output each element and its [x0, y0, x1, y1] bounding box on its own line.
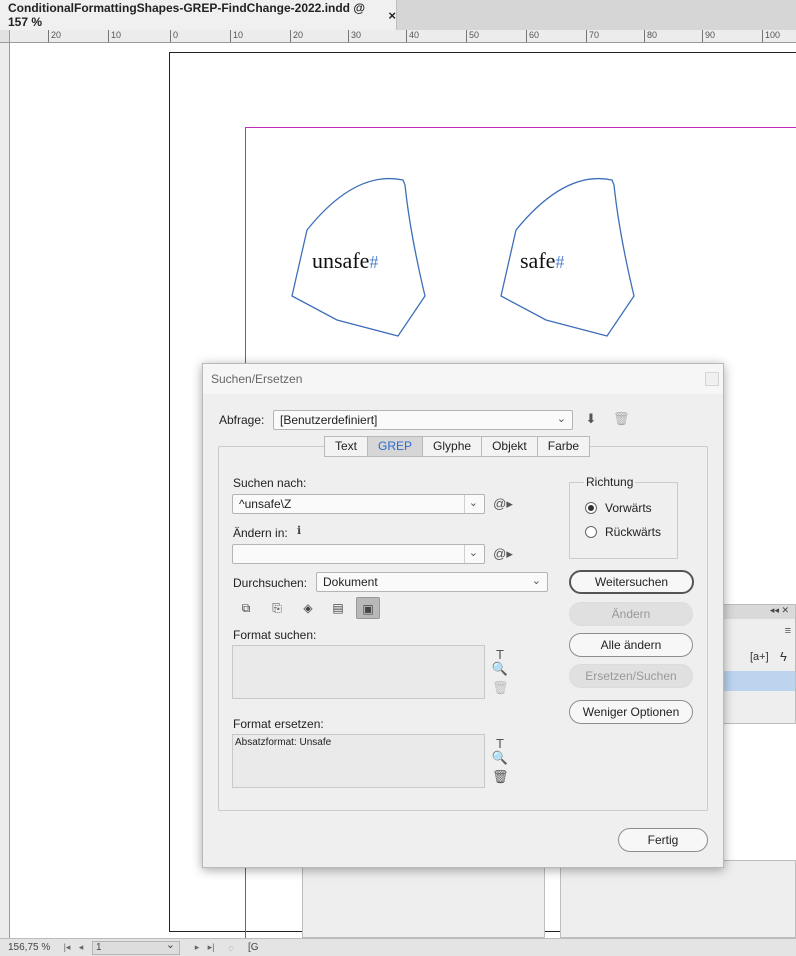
ruler-label: 60	[526, 30, 539, 42]
locked-layers-icon[interactable]: ⧉	[234, 597, 258, 619]
first-page-icon[interactable]: |◂	[60, 942, 74, 953]
save-query-icon[interactable]: ⬇	[583, 412, 599, 426]
shape-text: safe	[520, 248, 556, 273]
query-value: [Benutzerdefiniert]	[280, 413, 378, 427]
backward-radio[interactable]	[585, 526, 597, 538]
change-button[interactable]: Ändern	[569, 602, 693, 626]
vertical-ruler[interactable]	[0, 43, 10, 938]
special-characters-change-icon[interactable]: @▸	[493, 547, 513, 561]
query-label: Abfrage:	[219, 413, 265, 427]
search-type-tabs: Text GREP Glyphe Objekt Farbe	[324, 436, 591, 457]
dialog-titlebar[interactable]: Suchen/Ersetzen	[203, 364, 723, 394]
special-characters-search-icon[interactable]: @▸	[493, 497, 513, 511]
lightning-icon[interactable]: ϟ	[780, 649, 787, 664]
ruler-corner[interactable]	[0, 30, 10, 43]
last-page-icon[interactable]: ▸|	[204, 942, 218, 953]
horizontal-ruler[interactable]: 20 10 0 10 20 30 40 50 60 70 80 90 100	[10, 30, 796, 43]
chevron-down-icon: ⌄	[468, 547, 478, 559]
document-tab[interactable]: ConditionalFormattingShapes-GREP-FindCha…	[0, 0, 397, 30]
search-value: ^unsafe\Z	[239, 497, 292, 511]
search-label: Suchen nach:	[233, 476, 307, 490]
ruler-label: 30	[348, 30, 361, 42]
paragraph-mark: #	[555, 252, 565, 272]
locked-stories-icon[interactable]: ⎘	[265, 597, 289, 619]
next-page-icon[interactable]: ▸	[190, 942, 204, 953]
tab-grep[interactable]: GREP	[367, 436, 423, 457]
preflight-icon[interactable]: ◌	[224, 943, 238, 953]
status-text: [G	[248, 942, 259, 953]
dialog-title: Suchen/Ersetzen	[211, 372, 303, 386]
hidden-layers-icon[interactable]: ◈	[296, 597, 320, 619]
master-pages-icon[interactable]: ▤	[326, 597, 350, 619]
panel-collapse-icon[interactable]: ◂◂ ✕	[724, 605, 795, 619]
ruler-label: 100	[762, 30, 780, 42]
background-panel	[302, 860, 545, 938]
change-all-button[interactable]: Alle ändern	[569, 633, 693, 657]
specify-change-format-icon[interactable]: T🔍	[490, 737, 510, 765]
status-bar: 156,75 % |◂ ◂ 1 ▸ ▸| ◌ [G	[0, 938, 796, 956]
previous-page-icon[interactable]: ◂	[74, 942, 88, 953]
panel-selected-row[interactable]	[724, 671, 795, 691]
ruler-label: 20	[290, 30, 303, 42]
forward-label[interactable]: Vorwärts	[605, 501, 652, 515]
find-next-button[interactable]: Weitersuchen	[569, 570, 694, 594]
ruler-label: 10	[230, 30, 243, 42]
specify-find-format-icon[interactable]: T🔍	[490, 648, 510, 676]
change-input[interactable]: ⌄	[232, 544, 485, 564]
chevron-down-icon: ⌄	[556, 413, 566, 425]
delete-query-icon[interactable]: 🗑	[613, 412, 630, 426]
ruler-label: 20	[48, 30, 61, 42]
done-button[interactable]: Fertig	[618, 828, 708, 852]
find-format-field[interactable]	[232, 645, 485, 699]
fewer-options-button[interactable]: Weniger Optionen	[569, 700, 693, 724]
panel-label[interactable]: [a+]	[750, 651, 769, 663]
clear-change-format-icon[interactable]: 🗑	[492, 770, 509, 784]
chevron-down-icon: ⌄	[468, 497, 478, 509]
paragraph-mark: #	[369, 252, 379, 272]
ruler-label: 70	[586, 30, 599, 42]
panel-menu-icon[interactable]: ≡	[785, 625, 791, 637]
change-find-button[interactable]: Ersetzen/Suchen	[569, 664, 693, 688]
zoom-level[interactable]: 156,75 %	[0, 942, 60, 953]
shape-text: unsafe	[312, 248, 370, 273]
tab-strip	[397, 0, 796, 30]
tab-glyph[interactable]: Glyphe	[422, 436, 482, 457]
forward-radio[interactable]	[585, 502, 597, 514]
ruler-label: 40	[406, 30, 419, 42]
direction-label: Richtung	[584, 475, 636, 489]
search-input[interactable]: ^unsafe\Z ⌄	[232, 494, 485, 514]
shape-text-unsafe[interactable]: unsafe#	[312, 248, 378, 274]
side-panel[interactable]: ◂◂ ✕ ≡ [a+] ϟ	[723, 604, 796, 724]
background-panel	[560, 860, 796, 938]
ruler-label: 10	[108, 30, 121, 42]
ruler-label: 90	[702, 30, 715, 42]
change-format-field[interactable]: Absatzformat: Unsafe	[232, 734, 485, 788]
ruler-label: 0	[170, 30, 178, 42]
change-format-label: Format ersetzen:	[233, 717, 324, 731]
info-icon[interactable]: ℹ	[297, 524, 301, 537]
change-label: Ändern in:	[233, 526, 288, 540]
close-dialog-button[interactable]	[705, 372, 719, 386]
scope-label: Durchsuchen:	[233, 576, 308, 590]
footnotes-icon[interactable]: ▣	[356, 597, 380, 619]
backward-label[interactable]: Rückwärts	[605, 525, 661, 539]
clear-find-format-icon[interactable]: 🗑	[492, 681, 509, 695]
document-tab-title: ConditionalFormattingShapes-GREP-FindCha…	[8, 1, 366, 29]
scope-select[interactable]: Dokument ⌄	[316, 572, 548, 592]
ruler-label: 80	[644, 30, 657, 42]
ruler-label: 50	[466, 30, 479, 42]
tab-text[interactable]: Text	[324, 436, 368, 457]
tab-color[interactable]: Farbe	[536, 436, 591, 457]
chevron-down-icon: ⌄	[531, 575, 541, 587]
direction-group	[569, 482, 678, 559]
query-select[interactable]: [Benutzerdefiniert] ⌄	[273, 410, 573, 430]
combo-separator	[464, 545, 465, 563]
page-number-field[interactable]: 1	[92, 939, 180, 955]
tab-object[interactable]: Objekt	[481, 436, 537, 457]
find-format-label: Format suchen:	[233, 628, 317, 642]
close-tab-icon[interactable]: ×	[388, 8, 396, 23]
combo-separator	[464, 495, 465, 513]
shape-text-safe[interactable]: safe#	[520, 248, 564, 274]
scope-value: Dokument	[323, 575, 378, 589]
